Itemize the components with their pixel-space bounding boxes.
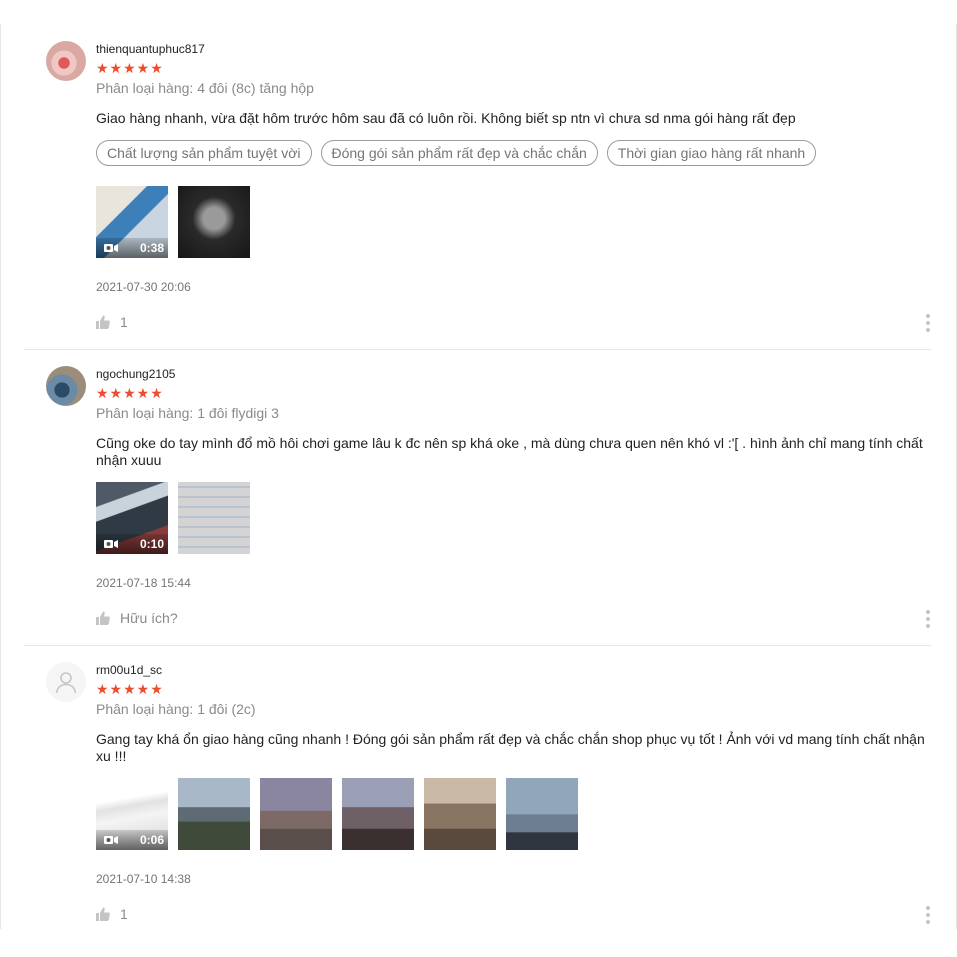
video-overlay: 0:10 [96, 534, 168, 554]
review-image[interactable] [178, 186, 250, 258]
video-duration: 0:06 [139, 833, 164, 847]
product-variation: Phân loại hàng: 1 đôi (2c) [96, 701, 256, 717]
video-thumbnail[interactable]: 0:38 [96, 186, 168, 258]
divider [24, 349, 931, 350]
video-overlay: 0:06 [96, 830, 168, 850]
review-image[interactable] [424, 778, 496, 850]
video-camera-icon [104, 540, 118, 548]
username[interactable]: rm00u1d_sc [96, 663, 162, 677]
thumbs-up-icon [96, 315, 110, 329]
helpful-label: Hữu ích? [120, 610, 178, 626]
review-date: 2021-07-30 20:06 [96, 280, 191, 294]
review-media: 0:10 [96, 482, 250, 554]
review-tag: Chất lượng sản phẩm tuyệt vời [96, 140, 312, 166]
like-button[interactable]: 1 [96, 906, 128, 922]
review-date: 2021-07-10 14:38 [96, 872, 191, 886]
like-count: 1 [120, 314, 128, 330]
video-duration: 0:38 [139, 241, 164, 255]
review-comment: Cũng oke do tay mình đổ mồ hôi chơi game… [96, 435, 923, 468]
review-image[interactable] [342, 778, 414, 850]
thumbs-up-icon [96, 611, 110, 625]
review-image[interactable] [178, 482, 250, 554]
video-duration: 0:10 [139, 537, 164, 551]
review-tags: Chất lượng sản phẩm tuyệt vời Đóng gói s… [96, 140, 817, 166]
review-image[interactable] [506, 778, 578, 850]
helpful-button[interactable]: Hữu ích? [96, 610, 178, 626]
product-variation: Phân loại hàng: 1 đôi flydigi 3 [96, 405, 279, 421]
divider [24, 645, 931, 646]
review-tag: Thời gian giao hàng rất nhanh [606, 140, 817, 166]
product-variation: Phân loại hàng: 4 đôi (8c) tăng hộp [96, 80, 314, 96]
review-date: 2021-07-18 15:44 [96, 576, 191, 590]
review-comment: Gang tay khá ổn giao hàng cũng nhanh ! Đ… [96, 731, 925, 764]
video-camera-icon [104, 244, 118, 252]
more-vertical-icon[interactable] [926, 906, 930, 924]
avatar[interactable] [46, 366, 86, 406]
rating-stars: ★★★★★ [96, 681, 164, 697]
username[interactable]: thienquantuphuc817 [96, 42, 205, 56]
like-count: 1 [120, 906, 128, 922]
video-thumbnail[interactable]: 0:10 [96, 482, 168, 554]
avatar[interactable] [46, 662, 86, 702]
review-image[interactable] [178, 778, 250, 850]
review-image[interactable] [260, 778, 332, 850]
video-camera-icon [104, 836, 118, 844]
video-overlay: 0:38 [96, 238, 168, 258]
rating-stars: ★★★★★ [96, 385, 164, 401]
like-button[interactable]: 1 [96, 314, 128, 330]
thumbs-up-icon [96, 907, 110, 921]
review-media: 0:06 [96, 778, 578, 850]
video-thumbnail[interactable]: 0:06 [96, 778, 168, 850]
more-vertical-icon[interactable] [926, 314, 930, 332]
user-icon [55, 672, 77, 694]
review-comment: Giao hàng nhanh, vừa đặt hôm trước hôm s… [96, 110, 796, 126]
review-tag: Đóng gói sản phẩm rất đẹp và chắc chắn [320, 140, 598, 166]
review-media: 0:38 [96, 186, 250, 258]
more-vertical-icon[interactable] [926, 610, 930, 628]
username[interactable]: ngochung2105 [96, 367, 175, 381]
rating-stars: ★★★★★ [96, 60, 164, 76]
avatar[interactable] [46, 41, 86, 81]
